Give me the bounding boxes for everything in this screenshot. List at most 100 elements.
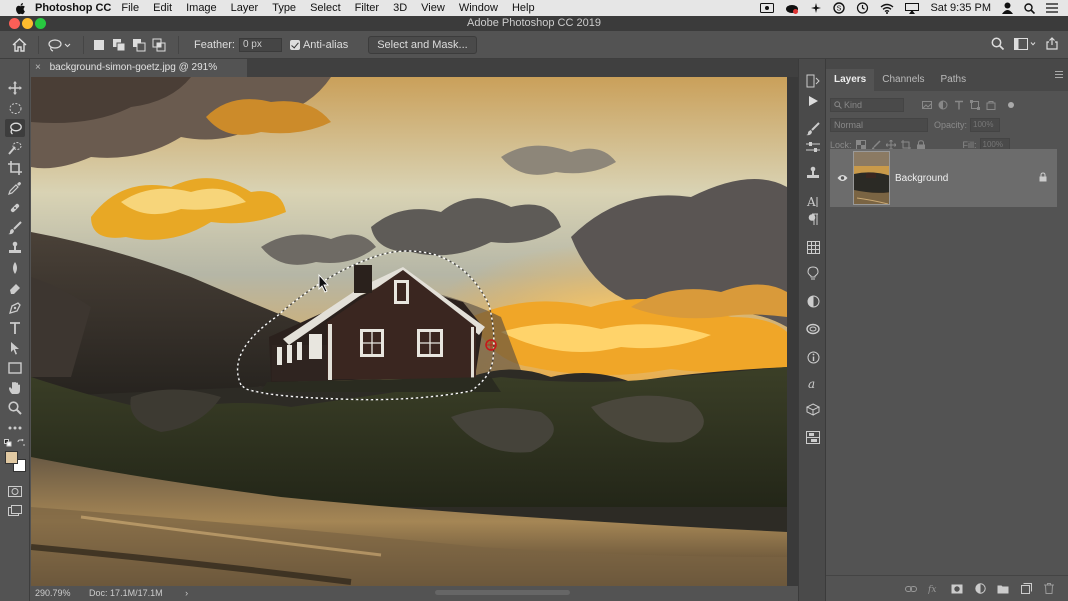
adjustments-panel-icon[interactable]	[805, 293, 821, 309]
layer-row-background[interactable]: Background	[830, 149, 1057, 207]
character-panel-icon[interactable]: A	[805, 193, 821, 209]
layer-style-fx-icon[interactable]: fx	[928, 583, 940, 595]
smart-object-filter-icon[interactable]	[986, 100, 996, 110]
doc-size[interactable]: Doc: 17.1M/17.1M	[89, 588, 163, 598]
shape-filter-icon[interactable]	[970, 100, 980, 110]
layer-thumbnail[interactable]	[853, 151, 890, 205]
subtract-from-selection-icon[interactable]	[131, 37, 147, 53]
rectangle-tool[interactable]	[5, 359, 25, 377]
new-selection-icon[interactable]	[91, 37, 107, 53]
menu-select[interactable]: Select	[310, 2, 341, 14]
close-window-button[interactable]	[9, 18, 20, 29]
opacity-input[interactable]: 100%	[970, 118, 1001, 132]
clone-source-icon[interactable]	[805, 165, 821, 181]
search-icon[interactable]	[991, 37, 1004, 50]
document-tab[interactable]: × background-simon-goetz.jpg @ 291% (RGB…	[31, 59, 247, 91]
lasso-preset-icon[interactable]	[46, 37, 72, 53]
zoom-window-button[interactable]	[35, 18, 46, 29]
menu-image[interactable]: Image	[186, 2, 217, 14]
horizontal-scrollbar[interactable]	[435, 590, 570, 595]
move-tool[interactable]	[5, 79, 25, 97]
eraser-tool[interactable]	[5, 279, 25, 297]
antialias-label[interactable]: Anti-alias	[303, 39, 348, 51]
quick-selection-tool[interactable]	[5, 139, 25, 157]
skype-icon[interactable]: S	[833, 2, 846, 14]
type-filter-icon[interactable]	[954, 100, 964, 110]
wifi-icon[interactable]	[880, 3, 894, 14]
brush-tool[interactable]	[5, 219, 25, 237]
airplay-icon[interactable]	[905, 2, 920, 14]
feather-input[interactable]: 0 px	[238, 37, 282, 52]
menu-filter[interactable]: Filter	[355, 2, 379, 14]
menu-help[interactable]: Help	[512, 2, 535, 14]
libraries-panel-icon[interactable]	[805, 321, 821, 337]
swatches-panel-icon[interactable]	[805, 239, 821, 255]
crop-tool[interactable]	[5, 159, 25, 177]
filter-toggle-icon[interactable]	[1008, 102, 1014, 108]
layer-name[interactable]: Background	[895, 173, 1039, 184]
quick-mask-icon[interactable]	[5, 482, 25, 500]
intersect-selection-icon[interactable]	[151, 37, 167, 53]
screen-mode-icon[interactable]	[5, 502, 25, 520]
pixel-filter-icon[interactable]	[922, 100, 932, 110]
workspace-icon[interactable]	[1014, 37, 1036, 50]
zoom-level[interactable]: 290.79%	[35, 588, 71, 598]
3d-panel-icon[interactable]	[805, 401, 821, 417]
time-machine-icon[interactable]	[856, 2, 869, 14]
adjustments-sliders-icon[interactable]	[805, 139, 821, 155]
paragraph-panel-icon[interactable]	[805, 211, 821, 227]
menu-type[interactable]: Type	[272, 2, 296, 14]
tab-channels[interactable]: Channels	[874, 69, 932, 91]
spotlight-search-icon[interactable]	[1024, 2, 1035, 14]
add-to-selection-icon[interactable]	[111, 37, 127, 53]
menu-window[interactable]: Window	[459, 2, 498, 14]
eyedropper-tool[interactable]	[5, 179, 25, 197]
panel-menu-icon[interactable]	[1055, 71, 1063, 78]
healing-brush-tool[interactable]	[5, 199, 25, 217]
status-menu-chevron-icon[interactable]: ›	[185, 588, 188, 598]
kind-filter-select[interactable]: Kind	[830, 98, 904, 112]
hand-tool[interactable]	[5, 379, 25, 397]
add-mask-icon[interactable]	[951, 583, 963, 595]
menu-3d[interactable]: 3D	[393, 2, 407, 14]
visibility-eye-icon[interactable]	[835, 174, 849, 182]
select-and-mask-button[interactable]: Select and Mask...	[368, 35, 477, 54]
user-icon[interactable]	[1002, 2, 1013, 14]
type-tool[interactable]	[5, 319, 25, 337]
delete-layer-trash-icon[interactable]	[1043, 583, 1055, 595]
tab-paths[interactable]: Paths	[933, 69, 975, 91]
document-canvas[interactable]	[31, 77, 787, 586]
link-layers-icon[interactable]	[905, 583, 917, 595]
photo-canvas[interactable]	[31, 77, 787, 586]
glyphs-panel-icon[interactable]: a	[805, 375, 821, 391]
creative-cloud-icon[interactable]	[785, 3, 799, 14]
zoom-tool[interactable]	[5, 399, 25, 417]
history-panel-icon[interactable]	[805, 73, 821, 89]
pen-tool[interactable]	[5, 299, 25, 317]
apple-icon[interactable]	[13, 2, 27, 15]
spark-icon[interactable]	[810, 2, 822, 14]
lasso-tool[interactable]	[5, 119, 25, 137]
new-group-folder-icon[interactable]	[997, 583, 1009, 595]
marquee-tool[interactable]	[5, 99, 25, 117]
info-panel-icon[interactable]	[805, 349, 821, 365]
minimize-window-button[interactable]	[22, 18, 33, 29]
share-icon[interactable]	[1046, 37, 1058, 50]
tab-layers[interactable]: Layers	[826, 69, 875, 91]
default-colors-icon[interactable]	[4, 439, 12, 447]
foreground-color-swatch[interactable]	[5, 451, 18, 464]
vertical-scrollbar[interactable]	[787, 77, 798, 586]
app-menu[interactable]: Photoshop CC	[35, 2, 111, 14]
menu-layer[interactable]: Layer	[231, 2, 259, 14]
more-tools-icon[interactable]	[5, 419, 25, 437]
learn-panel-icon[interactable]	[805, 265, 821, 281]
menubar-clock[interactable]: Sat 9:35 PM	[930, 2, 991, 14]
adjustment-filter-icon[interactable]	[938, 100, 948, 110]
blend-mode-select[interactable]: Normal	[830, 118, 928, 132]
actions-panel-icon[interactable]	[805, 93, 821, 109]
timeline-panel-icon[interactable]	[805, 429, 821, 445]
notification-center-icon[interactable]	[1046, 3, 1058, 13]
clone-stamp-tool[interactable]	[5, 239, 25, 257]
screen-record-icon[interactable]	[760, 3, 775, 13]
menu-view[interactable]: View	[421, 2, 445, 14]
